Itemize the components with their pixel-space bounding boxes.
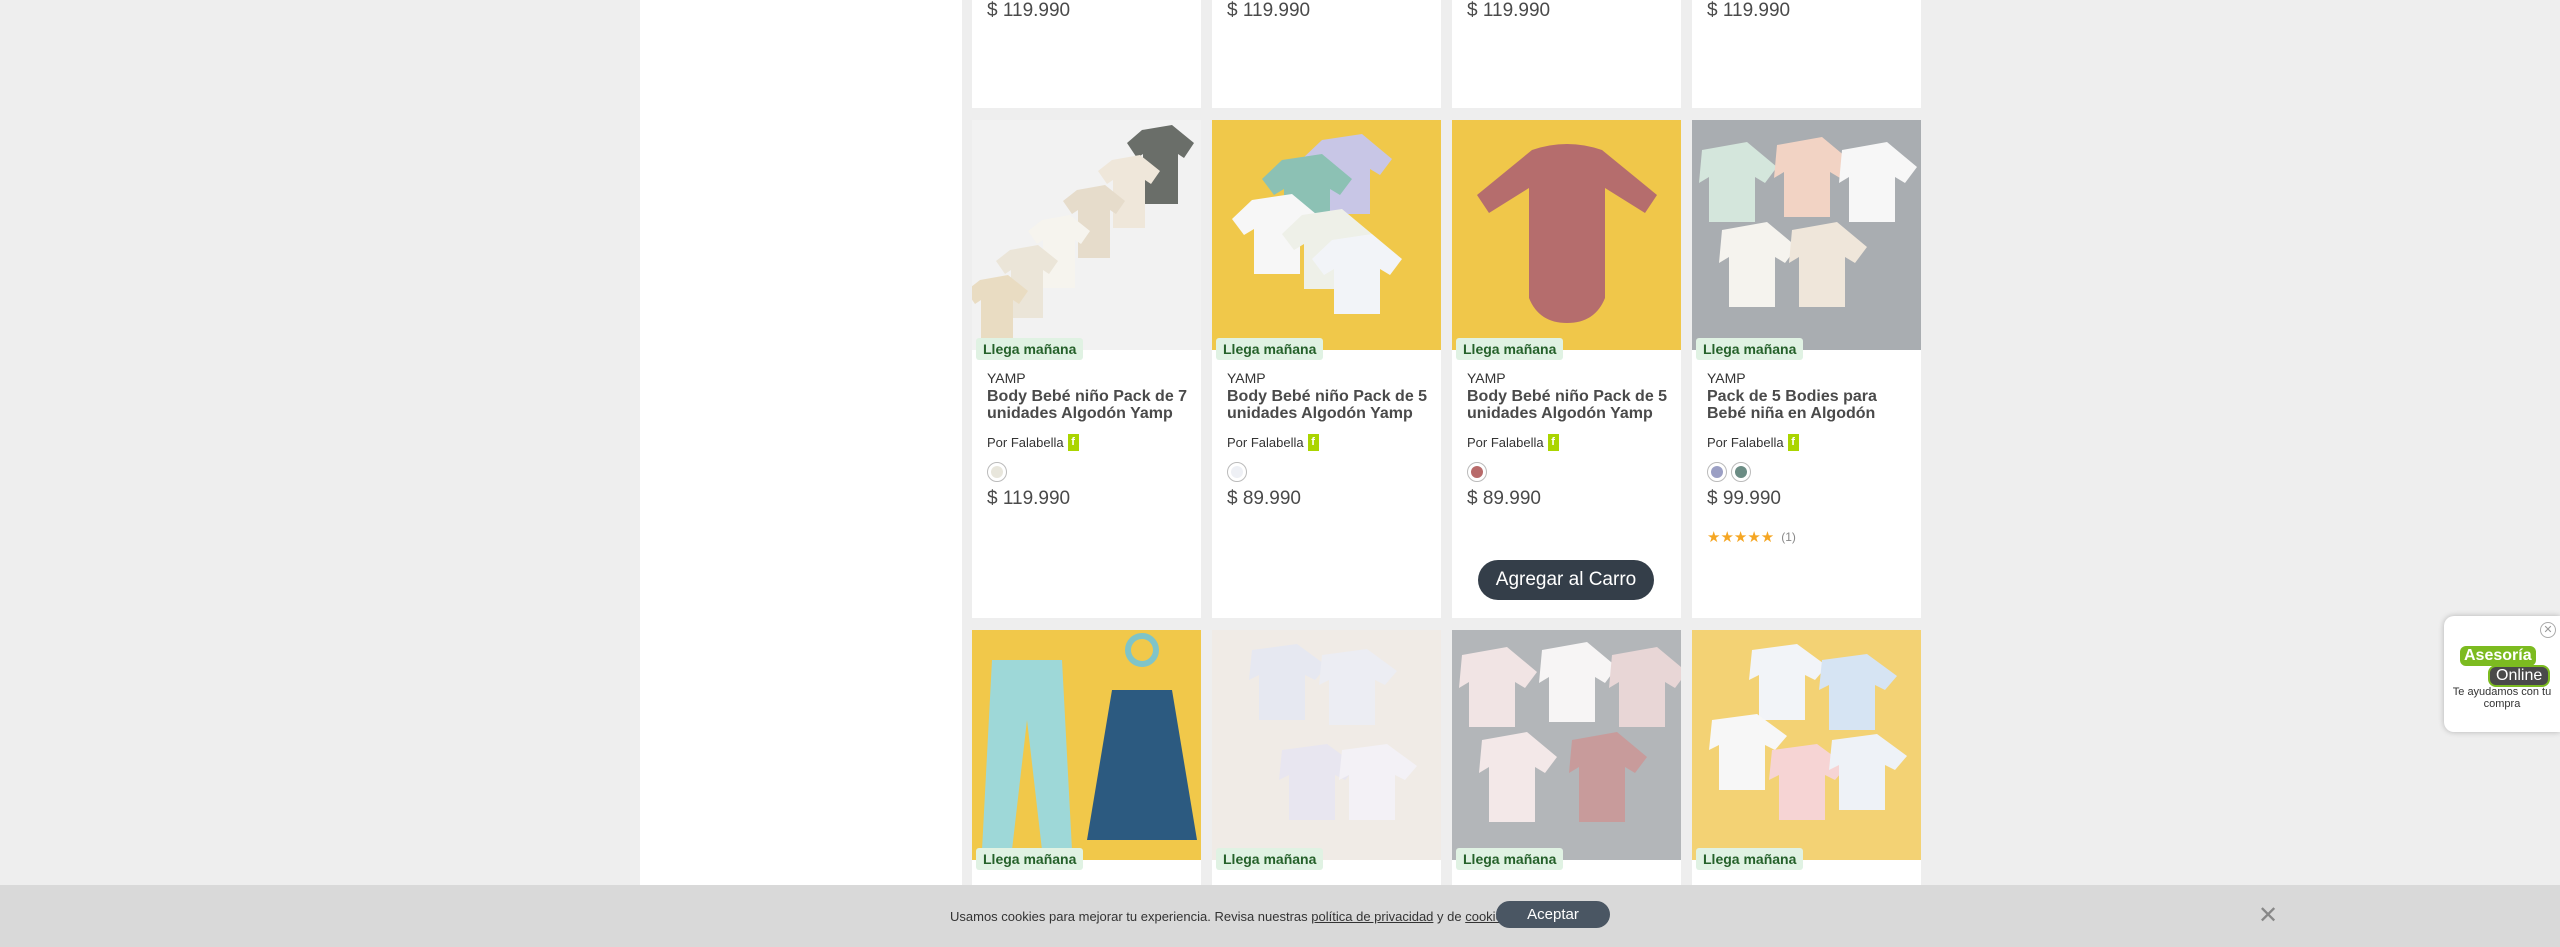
cookie-text-part: y de: [1433, 909, 1466, 924]
falabella-badge-icon: f: [1547, 434, 1559, 451]
delivery-badge: Llega mañana: [1456, 848, 1564, 870]
product-title[interactable]: Body Bebé niño Pack de 7 unidades Algodó…: [987, 388, 1192, 422]
product-card-2[interactable]: Llega mañana YAMP Body Bebé niño Pack de…: [1212, 120, 1441, 618]
help-subtitle: Te ayudamos con tu compra: [2452, 686, 2552, 710]
review-count: (1): [1781, 530, 1796, 544]
delivery-badge: Llega mañana: [1696, 848, 1804, 870]
product-image[interactable]: [972, 120, 1201, 350]
product-grid: $ 119.990 $ 119.990 $ 119.990 $ 119.990 …: [962, 0, 1922, 947]
product-card-top-2[interactable]: $ 119.990: [1212, 0, 1441, 108]
close-icon[interactable]: ✕: [2258, 901, 2278, 930]
product-price: $ 119.990: [1227, 0, 1311, 21]
seller-label: Por Falabella: [1467, 435, 1544, 450]
falabella-badge-icon: f: [1067, 434, 1079, 451]
color-swatches: [1467, 462, 1487, 482]
color-swatch[interactable]: [1707, 462, 1727, 482]
seller-label: Por Falabella: [1707, 435, 1784, 450]
product-brand: YAMP: [1227, 370, 1266, 386]
delivery-badge: Llega mañana: [976, 848, 1084, 870]
product-price: $ 119.990: [1707, 0, 1791, 21]
product-image[interactable]: [1452, 120, 1681, 350]
product-price: $ 119.990: [987, 488, 1071, 509]
product-price: $ 89.990: [1227, 488, 1301, 509]
add-to-cart-button[interactable]: Agregar al Carro: [1478, 560, 1654, 600]
color-swatches: [1227, 462, 1247, 482]
product-image[interactable]: [1452, 630, 1681, 860]
product-title[interactable]: Pack de 5 Bodies para Bebé niña en Algod…: [1707, 388, 1912, 422]
cookie-message: Usamos cookies para mejorar tu experienc…: [950, 909, 1513, 924]
cookie-text-part: Usamos cookies para mejorar tu experienc…: [950, 909, 1312, 924]
falabella-badge-icon: f: [1307, 434, 1319, 451]
filters-panel: [640, 0, 962, 947]
product-card-top-1[interactable]: $ 119.990: [972, 0, 1201, 108]
help-widget[interactable]: ✕ Asesoría Online Te ayudamos con tu com…: [2444, 616, 2560, 732]
product-card-top-3[interactable]: $ 119.990: [1452, 0, 1681, 108]
color-swatches: [1707, 462, 1751, 482]
product-brand: YAMP: [1707, 370, 1746, 386]
product-title[interactable]: Body Bebé niño Pack de 5 unidades Algodó…: [1227, 388, 1432, 422]
help-logo-line2: Online: [2488, 665, 2551, 687]
cookie-banner: Usamos cookies para mejorar tu experienc…: [0, 885, 2560, 947]
rating: ★★★★★ (1): [1707, 528, 1796, 546]
falabella-badge-icon: f: [1787, 434, 1799, 451]
product-brand: YAMP: [987, 370, 1026, 386]
product-brand: YAMP: [1467, 370, 1506, 386]
product-seller: Por Falabella f: [1227, 434, 1319, 451]
product-card-1[interactable]: Llega mañana YAMP Body Bebé niño Pack de…: [972, 120, 1201, 618]
product-price: $ 119.990: [1467, 0, 1551, 21]
product-image[interactable]: [1212, 120, 1441, 350]
product-image[interactable]: [1212, 630, 1441, 860]
product-image[interactable]: [972, 630, 1201, 860]
product-title[interactable]: Body Bebé niño Pack de 5 unidades Algodó…: [1467, 388, 1672, 422]
color-swatch[interactable]: [1467, 462, 1487, 482]
delivery-badge: Llega mañana: [1216, 848, 1324, 870]
color-swatch[interactable]: [1227, 462, 1247, 482]
product-seller: Por Falabella f: [987, 434, 1079, 451]
accept-cookies-button[interactable]: Aceptar: [1496, 901, 1610, 928]
star-icons: ★★★★★: [1707, 529, 1775, 546]
product-price: $ 119.990: [987, 0, 1071, 21]
delivery-badge: Llega mañana: [976, 338, 1084, 360]
product-seller: Por Falabella f: [1467, 434, 1559, 451]
color-swatch[interactable]: [1731, 462, 1751, 482]
product-price: $ 99.990: [1707, 488, 1781, 509]
close-icon[interactable]: ✕: [2540, 622, 2556, 638]
seller-label: Por Falabella: [1227, 435, 1304, 450]
product-card-top-4[interactable]: $ 119.990: [1692, 0, 1921, 108]
product-image[interactable]: [1692, 630, 1921, 860]
product-image[interactable]: [1692, 120, 1921, 350]
product-card-3[interactable]: Llega mañana YAMP Body Bebé niño Pack de…: [1452, 120, 1681, 618]
color-swatch[interactable]: [987, 462, 1007, 482]
help-logo-line1: Asesoría: [2460, 646, 2536, 666]
product-price: $ 89.990: [1467, 488, 1541, 509]
color-swatches: [987, 462, 1007, 482]
product-card-4[interactable]: Llega mañana YAMP Pack de 5 Bodies para …: [1692, 120, 1921, 618]
delivery-badge: Llega mañana: [1216, 338, 1324, 360]
privacy-policy-link[interactable]: política de privacidad: [1311, 909, 1433, 924]
delivery-badge: Llega mañana: [1696, 338, 1804, 360]
seller-label: Por Falabella: [987, 435, 1064, 450]
delivery-badge: Llega mañana: [1456, 338, 1564, 360]
product-seller: Por Falabella f: [1707, 434, 1799, 451]
